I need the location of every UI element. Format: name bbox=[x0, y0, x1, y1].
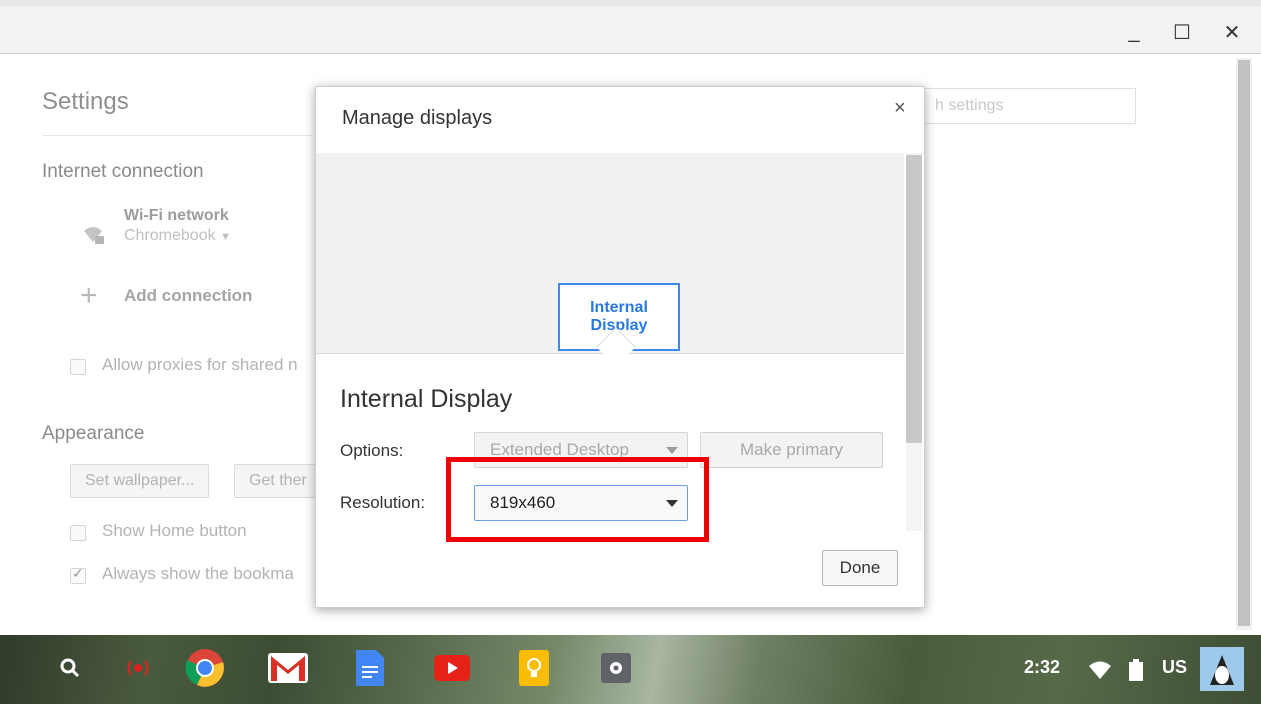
add-icon: + bbox=[80, 279, 98, 312]
keyboard-layout-indicator[interactable]: US bbox=[1162, 657, 1187, 678]
dialog-title: Manage displays bbox=[342, 107, 493, 129]
audio-icon[interactable] bbox=[118, 648, 158, 688]
wifi-network-dropdown[interactable]: Chromebook ▼ bbox=[124, 227, 231, 245]
chrome-icon[interactable] bbox=[185, 648, 225, 688]
display-preview-label-1: Internal bbox=[590, 299, 648, 316]
done-button[interactable]: Done bbox=[822, 550, 898, 586]
divider bbox=[42, 135, 312, 136]
close-icon: ✕ bbox=[1223, 21, 1241, 44]
chevron-down-icon bbox=[666, 447, 678, 454]
highlight-box bbox=[446, 457, 709, 542]
show-home-checkbox[interactable] bbox=[70, 525, 86, 541]
docs-icon[interactable] bbox=[350, 648, 390, 688]
minimize-icon: _ bbox=[1128, 20, 1140, 43]
resolution-label: Resolution: bbox=[340, 493, 426, 512]
wifi-network-name: Chromebook bbox=[124, 227, 216, 244]
page-scrollbar-thumb[interactable] bbox=[1238, 60, 1250, 626]
add-connection-link[interactable]: Add connection bbox=[124, 286, 252, 306]
youtube-icon[interactable] bbox=[432, 648, 472, 688]
show-home-label: Show Home button bbox=[102, 521, 247, 540]
internet-section-heading: Internet connection bbox=[42, 161, 204, 182]
clock[interactable]: 2:32 bbox=[1024, 657, 1060, 678]
battery-icon[interactable] bbox=[1116, 650, 1156, 690]
wifi-network-label: Wi-Fi network bbox=[124, 207, 229, 224]
dialog-scrollbar-thumb[interactable] bbox=[906, 155, 922, 443]
chevron-down-icon: ▼ bbox=[220, 231, 231, 243]
page-title: Settings bbox=[42, 88, 129, 115]
allow-proxies-checkbox[interactable] bbox=[70, 359, 86, 375]
maximize-icon: ☐ bbox=[1173, 21, 1191, 44]
make-primary-button[interactable]: Make primary bbox=[700, 432, 883, 468]
options-label: Options: bbox=[340, 441, 404, 460]
settings-icon[interactable] bbox=[596, 648, 636, 688]
show-bookmarks-checkbox[interactable]: ✓ bbox=[70, 565, 86, 584]
set-wallpaper-button[interactable]: Set wallpaper... bbox=[70, 464, 210, 498]
minimize-button[interactable]: _ bbox=[1120, 18, 1148, 46]
get-themes-button[interactable]: Get ther bbox=[234, 464, 318, 498]
appearance-section-heading: Appearance bbox=[42, 423, 145, 444]
show-bookmarks-label: Always show the bookma bbox=[102, 564, 294, 583]
shelf: 2:32 US bbox=[0, 635, 1261, 704]
gmail-icon[interactable] bbox=[268, 648, 308, 688]
maximize-button[interactable]: ☐ bbox=[1168, 18, 1196, 46]
window-titlebar: _ ☐ ✕ bbox=[0, 0, 1261, 54]
display-heading: Internal Display bbox=[340, 385, 513, 413]
close-window-button[interactable]: ✕ bbox=[1218, 18, 1246, 46]
checkmark-icon: ✓ bbox=[72, 565, 84, 581]
allow-proxies-label: Allow proxies for shared n bbox=[102, 355, 298, 374]
search-icon[interactable] bbox=[50, 648, 90, 688]
dialog-close-button[interactable]: × bbox=[894, 97, 906, 120]
wifi-icon[interactable] bbox=[1080, 650, 1120, 690]
display-arrangement-area: Internal Display bbox=[316, 153, 904, 354]
keep-icon[interactable] bbox=[514, 648, 554, 688]
avatar[interactable] bbox=[1200, 647, 1244, 691]
wifi-lock-icon bbox=[82, 223, 106, 250]
search-settings-input[interactable]: h settings bbox=[914, 88, 1136, 124]
